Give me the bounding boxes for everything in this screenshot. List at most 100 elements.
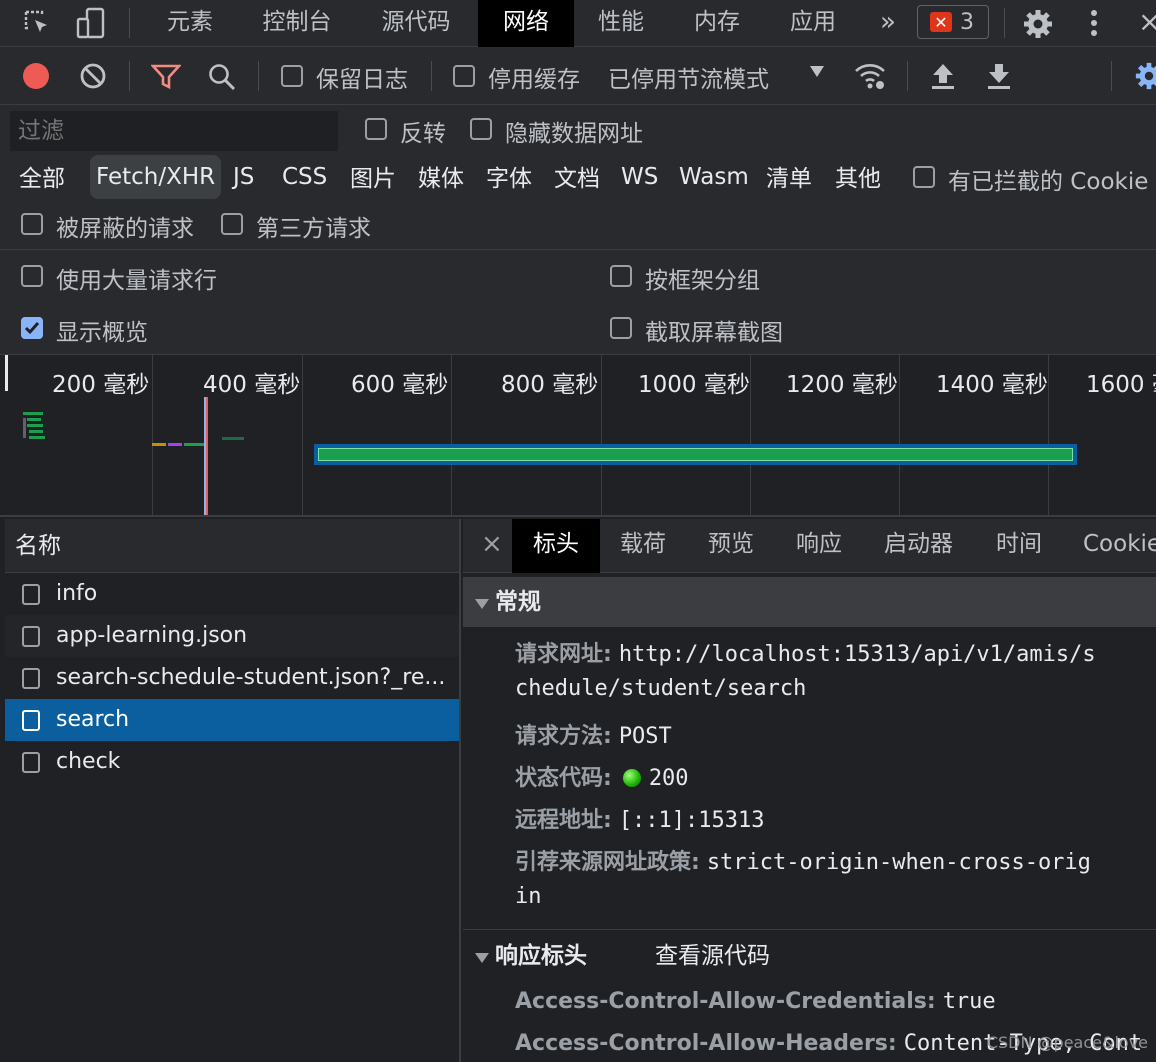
chevron-down-icon[interactable] xyxy=(810,66,824,77)
status-code-row: 状态代码: 200 xyxy=(515,760,689,792)
request-list: info app-learning.json search-schedule-s… xyxy=(5,573,459,783)
record-button-icon[interactable] xyxy=(23,63,49,89)
filter-input[interactable] xyxy=(10,111,338,151)
disable-cache-label: 停用缓存 xyxy=(488,67,580,93)
referrer-policy-label: 引荐来源网址政策: xyxy=(515,850,700,875)
tab-memory[interactable]: 内存 xyxy=(682,0,752,47)
type-filter-doc[interactable]: 文档 xyxy=(548,157,606,201)
request-file-icon xyxy=(22,710,40,731)
show-overview-checkbox[interactable] xyxy=(21,317,43,339)
tick-label: 400 毫秒 xyxy=(203,372,301,398)
capture-screenshots-checkbox[interactable] xyxy=(610,317,632,339)
watermark: CSDN @peace&love xyxy=(986,1033,1148,1052)
request-row-check[interactable]: check xyxy=(5,741,459,783)
overview-left-handle[interactable] xyxy=(5,355,8,391)
status-code-value: 200 xyxy=(648,766,689,791)
blocked-cookies-label: 有已拦截的 Cookie xyxy=(948,169,1149,195)
remote-address-label: 远程地址: xyxy=(515,808,612,833)
request-name: search-schedule-student.json?_re... xyxy=(56,665,446,690)
request-url-row: 请求网址: http://localhost:15313/api/v1/amis… xyxy=(515,636,1096,668)
filter-icon[interactable] xyxy=(150,63,182,91)
detail-tab-bar: × 标头 载荷 预览 响应 启动器 时间 Cookie xyxy=(463,519,1156,573)
tick-label: 1400 毫秒 xyxy=(936,372,1048,398)
request-row-info[interactable]: info xyxy=(5,573,459,615)
type-filter-css[interactable]: CSS xyxy=(276,155,333,199)
export-har-icon[interactable] xyxy=(984,60,1014,92)
tab-console[interactable]: 控制台 xyxy=(248,0,346,47)
group-by-frame-checkbox[interactable] xyxy=(610,265,632,287)
clear-icon[interactable] xyxy=(79,62,107,90)
type-filter-js[interactable]: JS xyxy=(227,155,260,199)
request-method-value: POST xyxy=(618,724,672,749)
devtools-tab-bar: 元素 控制台 源代码 网络 性能 内存 应用 » ✕ 3 × xyxy=(0,0,1156,47)
type-filter-all[interactable]: 全部 xyxy=(13,157,71,201)
preserve-log-label: 保留日志 xyxy=(316,67,408,93)
type-filter-wasm[interactable]: Wasm xyxy=(673,155,755,199)
hide-data-urls-label: 隐藏数据网址 xyxy=(505,121,643,147)
status-ok-icon xyxy=(622,769,641,787)
tab-sources[interactable]: 源代码 xyxy=(366,0,466,47)
blocked-cookies-checkbox[interactable] xyxy=(913,166,935,188)
error-count-badge[interactable]: ✕ 3 xyxy=(917,5,989,39)
overview-request-marks xyxy=(152,437,248,447)
more-tabs-button[interactable]: » xyxy=(870,0,906,47)
request-url-row-continued: chedule/student/search xyxy=(515,676,806,701)
type-filter-media[interactable]: 媒体 xyxy=(412,157,470,201)
third-party-checkbox[interactable] xyxy=(221,213,243,235)
tab-headers[interactable]: 标头 xyxy=(512,519,600,573)
network-settings-gear-icon[interactable] xyxy=(1134,61,1156,91)
overview-request-marks xyxy=(23,412,45,442)
request-row-search-schedule-student[interactable]: search-schedule-student.json?_re... xyxy=(5,657,459,699)
search-icon[interactable] xyxy=(206,61,238,93)
general-section-title: 常规 xyxy=(495,589,541,615)
blocked-requests-checkbox[interactable] xyxy=(21,213,43,235)
response-headers-section-header[interactable]: 响应标头 查看源代码 xyxy=(463,931,1156,981)
device-toolbar-icon[interactable] xyxy=(74,6,108,40)
request-row-search[interactable]: search xyxy=(5,699,459,741)
status-code-label: 状态代码: xyxy=(515,766,612,791)
name-column-header[interactable]: 名称 xyxy=(5,519,459,573)
tab-elements[interactable]: 元素 xyxy=(148,0,232,47)
inspect-element-icon[interactable] xyxy=(20,8,54,38)
close-detail-icon[interactable]: × xyxy=(481,519,503,573)
gear-icon[interactable] xyxy=(1021,7,1055,41)
response-header-value: true xyxy=(942,989,996,1014)
tick-label: 1600 毫秒 xyxy=(1086,372,1156,398)
more-options-icon[interactable] xyxy=(1082,8,1106,38)
request-row-app-learning[interactable]: app-learning.json xyxy=(5,615,459,657)
request-file-icon xyxy=(22,584,40,605)
large-rows-checkbox[interactable] xyxy=(21,265,43,287)
response-header-name: Access-Control-Allow-Headers: xyxy=(515,1031,897,1056)
tab-payload[interactable]: 载荷 xyxy=(620,519,666,573)
hide-data-urls-checkbox[interactable] xyxy=(470,118,492,140)
type-filter-fetch-xhr[interactable]: Fetch/XHR xyxy=(90,155,222,199)
error-count: 3 xyxy=(960,9,974,35)
preserve-log-checkbox[interactable] xyxy=(281,65,303,87)
tab-initiator[interactable]: 启动器 xyxy=(884,519,953,573)
close-devtools-icon[interactable]: × xyxy=(1138,5,1156,38)
import-har-icon[interactable] xyxy=(928,60,958,92)
tab-cookies[interactable]: Cookie xyxy=(1083,519,1156,573)
throttling-select[interactable]: 已停用节流模式 xyxy=(608,60,769,94)
disable-cache-checkbox[interactable] xyxy=(453,65,475,87)
general-section-header[interactable]: 常规 xyxy=(463,577,1156,627)
type-filter-font[interactable]: 字体 xyxy=(480,157,538,201)
type-filter-ws[interactable]: WS xyxy=(615,155,664,199)
tick-label: 800 毫秒 xyxy=(501,372,599,398)
invert-checkbox[interactable] xyxy=(365,118,387,140)
type-filter-manifest[interactable]: 清单 xyxy=(760,157,818,201)
type-filter-other[interactable]: 其他 xyxy=(829,157,887,201)
tab-response[interactable]: 响应 xyxy=(796,519,842,573)
view-source-link[interactable]: 查看源代码 xyxy=(655,943,770,969)
tab-preview[interactable]: 预览 xyxy=(708,519,754,573)
tab-performance[interactable]: 性能 xyxy=(586,0,656,47)
request-detail-panel: × 标头 载荷 预览 响应 启动器 时间 Cookie 常规 请求网址: htt… xyxy=(463,519,1156,1062)
request-method-label: 请求方法: xyxy=(515,724,612,749)
triangle-down-icon xyxy=(475,953,489,963)
tab-network[interactable]: 网络 xyxy=(478,0,574,47)
network-overview-timeline[interactable]: 200 毫秒 400 毫秒 600 毫秒 800 毫秒 1000 毫秒 1200… xyxy=(0,355,1156,517)
network-conditions-icon[interactable] xyxy=(852,60,888,92)
type-filter-img[interactable]: 图片 xyxy=(344,157,402,201)
tab-timing[interactable]: 时间 xyxy=(996,519,1042,573)
tab-application[interactable]: 应用 xyxy=(778,0,848,47)
